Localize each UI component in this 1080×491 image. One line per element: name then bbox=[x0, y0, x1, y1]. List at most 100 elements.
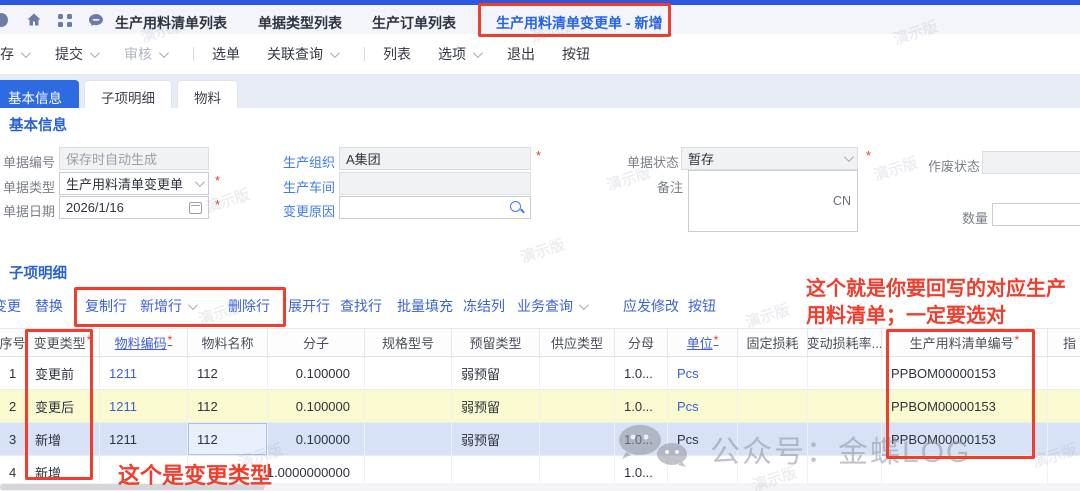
cell-spec-model[interactable] bbox=[365, 423, 452, 455]
cell-clipped[interactable] bbox=[1048, 423, 1080, 455]
cell-change-type[interactable]: 变更前 bbox=[26, 357, 100, 389]
replace-button[interactable]: 替换 bbox=[35, 296, 63, 316]
cell-clipped[interactable] bbox=[1048, 390, 1080, 422]
col-header-seq[interactable]: 序号 bbox=[0, 329, 26, 356]
bill-no-field[interactable]: 保存时自动生成 bbox=[59, 147, 209, 170]
search-icon[interactable] bbox=[509, 200, 524, 215]
home-icon[interactable] bbox=[26, 12, 42, 28]
grid-row-1[interactable]: 1 变更前 1211 112 0.100000 弱预留 1.0... Pcs P… bbox=[0, 357, 1080, 390]
cell-clipped[interactable] bbox=[1048, 357, 1080, 389]
cell-numerator[interactable]: 0.100000 bbox=[268, 357, 365, 389]
unit-link[interactable]: Pcs bbox=[677, 366, 699, 381]
tab-material[interactable]: 物料 bbox=[177, 80, 238, 108]
expand-row-button[interactable]: 展开行 bbox=[288, 296, 330, 316]
cell-supply-type[interactable] bbox=[540, 423, 615, 455]
cell-change-type[interactable]: 新增 bbox=[26, 423, 100, 455]
window-tab-material-list[interactable]: 生产用料清单列表 bbox=[115, 13, 227, 33]
col-header-numerator[interactable]: 分子 bbox=[268, 329, 365, 356]
cell-supply-type[interactable] bbox=[540, 390, 615, 422]
col-header-material-name[interactable]: 物料名称 bbox=[188, 329, 268, 356]
freeze-column-button[interactable]: 冻结列 bbox=[463, 296, 505, 316]
col-header-clipped[interactable]: 指 bbox=[1048, 329, 1080, 356]
submit-button[interactable]: 提交 bbox=[55, 44, 97, 64]
list-button[interactable]: 列表 bbox=[383, 44, 411, 64]
cell-supply-type[interactable] bbox=[540, 357, 615, 389]
col-header-spec-model[interactable]: 规格型号 bbox=[365, 329, 452, 356]
qty-field[interactable] bbox=[992, 203, 1080, 226]
cell-fixed-loss[interactable] bbox=[738, 390, 808, 422]
col-header-material-code[interactable]: 物料编码* bbox=[100, 329, 188, 356]
tab-close-icon[interactable]: × bbox=[649, 14, 657, 29]
window-tab-prod-order-list[interactable]: 生产订单列表 bbox=[372, 13, 456, 33]
cell-material-code[interactable]: 1211 bbox=[100, 357, 188, 389]
cell-change-type[interactable]: 变更后 bbox=[26, 390, 100, 422]
cell-material-code[interactable]: 1211 bbox=[100, 390, 188, 422]
button-button[interactable]: 按钮 bbox=[562, 44, 590, 64]
delete-row-button[interactable]: 删除行 bbox=[228, 296, 270, 316]
cell-denominator[interactable]: 1.0... bbox=[615, 357, 668, 389]
material-code-link[interactable]: 1211 bbox=[109, 366, 137, 381]
cell-numerator[interactable]: 0.100000 bbox=[268, 423, 365, 455]
save-button[interactable]: 保存 bbox=[0, 44, 28, 64]
message-icon[interactable] bbox=[88, 12, 104, 28]
cell-reserve-type[interactable]: 弱预留 bbox=[452, 390, 540, 422]
cell-numerator[interactable]: 0.100000 bbox=[268, 390, 365, 422]
tab-sub-item-detail[interactable]: 子项明细 bbox=[84, 80, 172, 108]
grid-row-3-selected[interactable]: 3 新增 1211 112 0.100000 弱预留 1.0... Pcs PP… bbox=[0, 423, 1080, 456]
bill-date-field[interactable]: 2026/1/16 bbox=[59, 196, 209, 219]
audit-button[interactable]: 审核 bbox=[124, 44, 166, 64]
workshop-field[interactable] bbox=[339, 172, 531, 195]
cancel-status-field[interactable] bbox=[982, 151, 1080, 174]
copy-row-button[interactable]: 复制行 bbox=[85, 296, 127, 316]
exit-button[interactable]: 退出 bbox=[507, 44, 535, 64]
cell-unit[interactable]: Pcs bbox=[668, 423, 738, 455]
cell-ppbom-no[interactable]: PPBOM00000153 bbox=[882, 390, 1048, 422]
cell-variable-loss[interactable] bbox=[808, 357, 882, 389]
material-code-link[interactable]: 1211 bbox=[109, 399, 137, 414]
find-row-button[interactable]: 查找行 bbox=[340, 296, 382, 316]
col-header-variable-loss-rate[interactable]: 变动损耗率... bbox=[808, 329, 882, 356]
cell-denominator[interactable]: 1.0... bbox=[615, 390, 668, 422]
tab-basic-info[interactable]: 基本信息 bbox=[0, 80, 79, 108]
change-reason-field[interactable] bbox=[339, 196, 531, 219]
add-row-button[interactable]: 新增行 bbox=[140, 296, 195, 316]
cell-unit[interactable]: Pcs bbox=[668, 357, 738, 389]
window-tab-change-bill-new[interactable]: 生产用料清单变更单 - 新增 bbox=[496, 13, 662, 33]
col-header-supply-type[interactable]: 供应类型 bbox=[540, 329, 615, 356]
options-button[interactable]: 选项 bbox=[438, 44, 480, 64]
bill-type-select[interactable]: 生产用料清单变更单 bbox=[59, 172, 209, 195]
cell-material-code[interactable]: 1211 bbox=[100, 423, 188, 455]
col-header-unit[interactable]: 单位* bbox=[668, 329, 738, 356]
cell-ppbom-no[interactable]: PPBOM00000153 bbox=[882, 423, 1048, 455]
change-button[interactable]: 变更 bbox=[0, 296, 21, 316]
batch-fill-button[interactable]: 批量填充 bbox=[397, 296, 453, 316]
cell-material-name[interactable]: 112 bbox=[188, 357, 268, 389]
calendar-icon[interactable] bbox=[189, 202, 202, 214]
window-tab-billtype-list[interactable]: 单据类型列表 bbox=[258, 13, 342, 33]
cell-spec-model[interactable] bbox=[365, 390, 452, 422]
prod-org-field[interactable]: A集团 bbox=[339, 147, 531, 170]
col-header-reserve-type[interactable]: 预留类型 bbox=[452, 329, 540, 356]
app-launcher-icon[interactable] bbox=[58, 12, 74, 28]
cell-unit[interactable]: Pcs bbox=[668, 390, 738, 422]
cell-fixed-loss[interactable] bbox=[738, 357, 808, 389]
col-header-change-type[interactable]: 变更类型* bbox=[26, 329, 100, 356]
cell-material-name-active[interactable]: 112 bbox=[188, 423, 268, 455]
select-bill-button[interactable]: 选单 bbox=[212, 44, 240, 64]
button-button-2[interactable]: 按钮 bbox=[688, 296, 716, 316]
cell-material-name[interactable]: 112 bbox=[188, 390, 268, 422]
cell-variable-loss[interactable] bbox=[808, 423, 882, 455]
col-header-fixed-loss[interactable]: 固定损耗 bbox=[738, 329, 808, 356]
cell-reserve-type[interactable]: 弱预留 bbox=[452, 423, 540, 455]
unit-link[interactable]: Pcs bbox=[677, 399, 699, 414]
cell-ppbom-no[interactable]: PPBOM00000153 bbox=[882, 357, 1048, 389]
grid-row-2[interactable]: 2 变更后 1211 112 0.100000 弱预留 1.0... Pcs P… bbox=[0, 390, 1080, 423]
issue-modify-button[interactable]: 应发修改 bbox=[623, 296, 679, 316]
col-header-denominator[interactable]: 分母 bbox=[615, 329, 668, 356]
related-query-button[interactable]: 关联查询 bbox=[267, 44, 337, 64]
clipped-icon[interactable] bbox=[0, 12, 9, 28]
col-header-ppbom-no[interactable]: 生产用料清单编号* bbox=[882, 329, 1048, 356]
cell-fixed-loss[interactable] bbox=[738, 423, 808, 455]
cell-variable-loss[interactable] bbox=[808, 390, 882, 422]
cell-reserve-type[interactable]: 弱预留 bbox=[452, 357, 540, 389]
